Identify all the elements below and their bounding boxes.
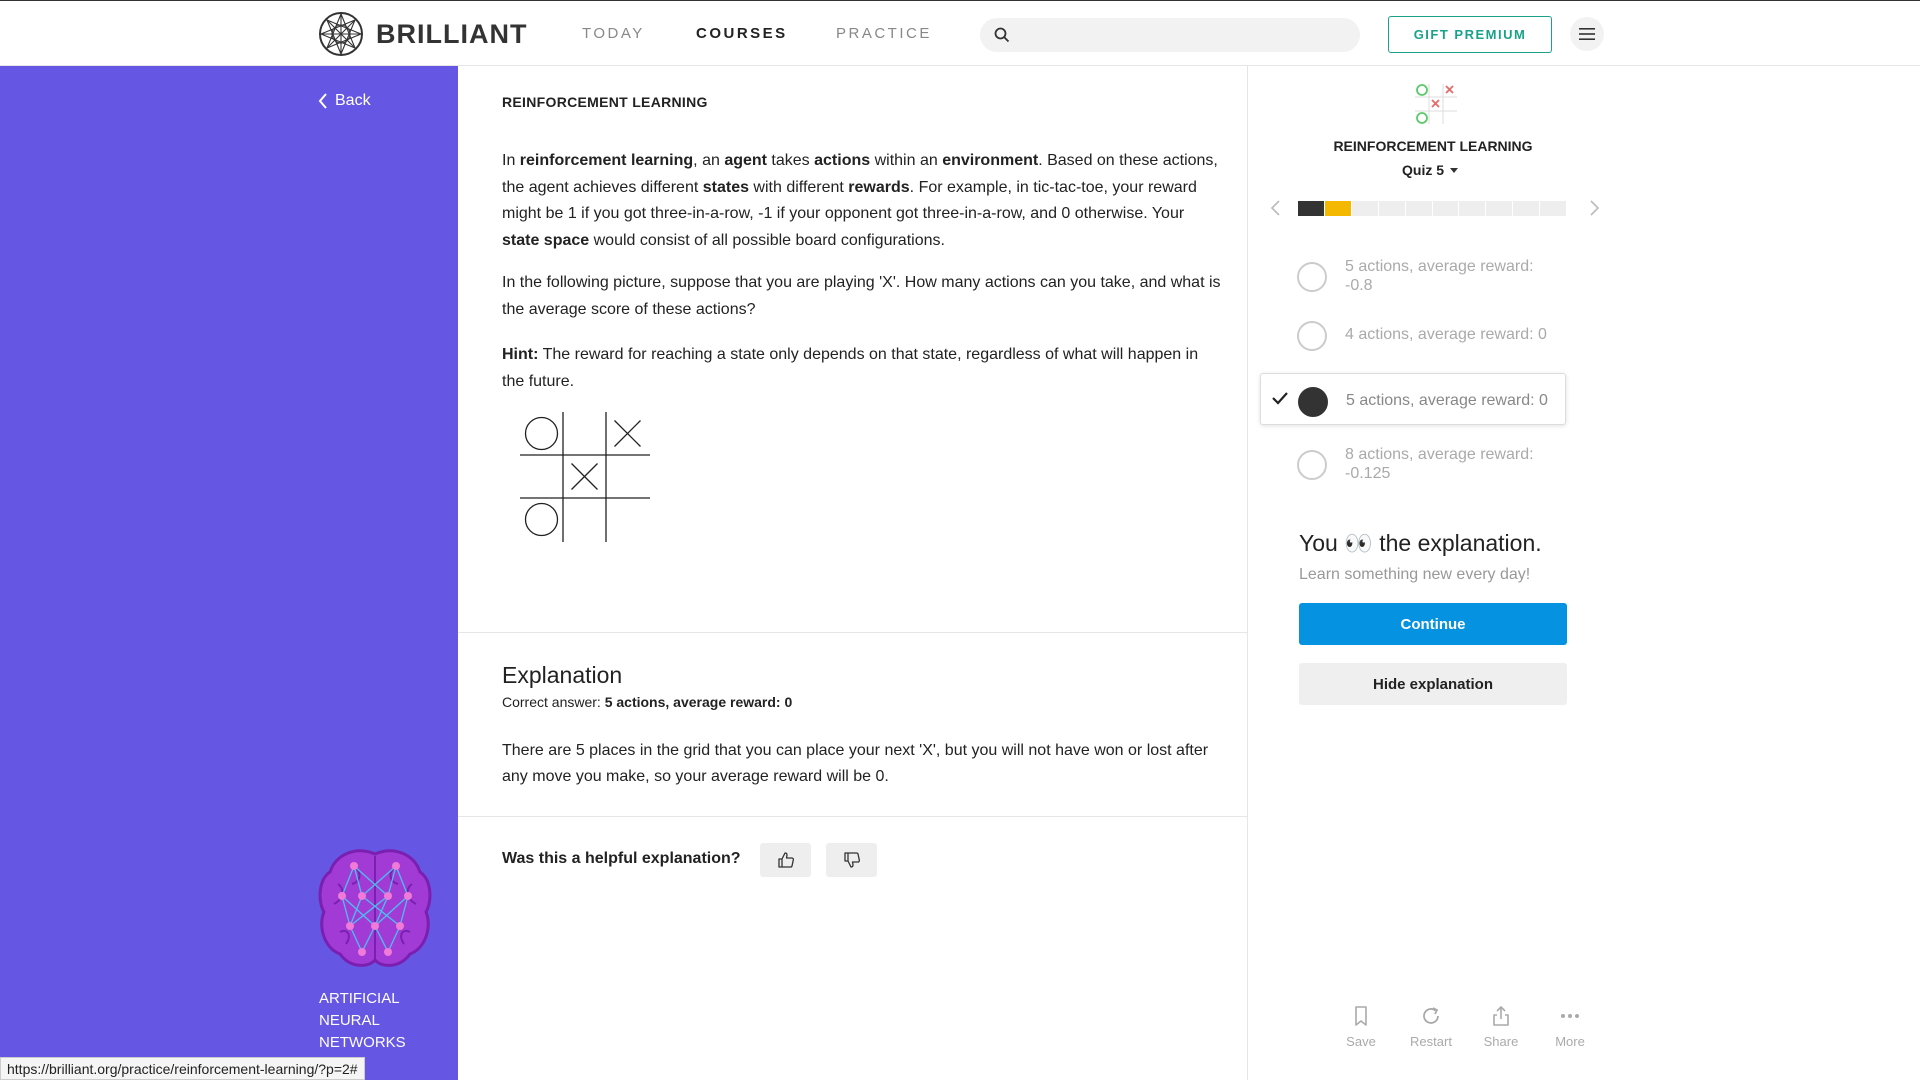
gift-premium-button[interactable]: GIFT PREMIUM: [1388, 16, 1552, 53]
answer-option-label: 8 actions, average reward: -0.125: [1345, 446, 1534, 482]
restart-button[interactable]: Restart: [1401, 1004, 1461, 1049]
top-nav: BRILLIANT TODAY COURSES PRACTICE GIFT PR…: [0, 0, 1920, 66]
board-x-mark: [571, 463, 598, 490]
more-icon: [1561, 1014, 1579, 1018]
progress-segment: [1486, 201, 1513, 216]
problem-title: REINFORCEMENT LEARNING: [502, 94, 708, 110]
back-link[interactable]: Back: [318, 92, 371, 110]
progress-segment: [1432, 201, 1459, 216]
quiz-progress-bar: [1298, 201, 1567, 216]
restart-label: Restart: [1410, 1034, 1452, 1049]
radio-button[interactable]: [1297, 262, 1327, 292]
answer-option-selected[interactable]: 5 actions, average reward: 0: [1260, 373, 1566, 425]
progress-segment: [1298, 201, 1324, 216]
nav-today[interactable]: TODAY: [582, 25, 645, 42]
you-text: You: [1299, 530, 1338, 556]
progress-segment: [1540, 201, 1567, 216]
nav-practice[interactable]: PRACTICE: [836, 25, 932, 42]
answer-option-label: 5 actions, average reward: -0.8: [1345, 258, 1534, 294]
tic-tac-toe-course-icon: [1415, 84, 1457, 124]
share-label: Share: [1483, 1034, 1519, 1049]
progress-segment: [1513, 201, 1540, 216]
tic-tac-toe-board: [520, 412, 650, 542]
quiz-selector[interactable]: Quiz 5: [1402, 162, 1459, 178]
thumbs-down-button[interactable]: [826, 843, 877, 877]
brain-network-icon: [318, 849, 432, 967]
thumbs-up-icon: [777, 852, 794, 868]
search-input[interactable]: [980, 18, 1360, 52]
radio-button[interactable]: [1297, 321, 1327, 351]
hide-explanation-button[interactable]: Hide explanation: [1299, 663, 1567, 705]
continue-button[interactable]: Continue: [1299, 603, 1567, 645]
learn-tagline: Learn something new every day!: [1299, 566, 1531, 583]
logo-icon: [319, 12, 363, 56]
hamburger-icon: [1579, 28, 1595, 40]
save-label: Save: [1346, 1034, 1376, 1049]
board-o-mark: [524, 502, 559, 537]
chevron-right-icon[interactable]: [1584, 198, 1604, 218]
chevron-left-icon[interactable]: [1266, 198, 1286, 218]
progress-segment: [1324, 201, 1351, 216]
answer-option-label: 5 actions, average reward: 0: [1346, 392, 1548, 409]
thumbs-down-icon: [843, 852, 860, 868]
more-button[interactable]: More: [1540, 1004, 1600, 1049]
answer-option[interactable]: 8 actions, average reward: -0.125: [1260, 437, 1566, 489]
brand-logo[interactable]: BRILLIANT: [318, 11, 527, 57]
helpful-question: Was this a helpful explanation?: [502, 850, 741, 867]
nav-courses[interactable]: COURSES: [696, 25, 788, 42]
checkmark-icon: [1272, 392, 1288, 405]
board-x-mark: [614, 420, 641, 447]
explanation-status-text: the explanation.: [1379, 530, 1542, 556]
back-label: Back: [335, 92, 371, 109]
quiz-panel: REINFORCEMENT LEARNING Quiz 5 5 actions,…: [1248, 66, 1920, 1080]
share-button[interactable]: Share: [1471, 1004, 1531, 1049]
correct-answer-prefix: Correct answer:: [502, 694, 605, 710]
chevron-left-icon: [318, 93, 327, 109]
radio-button[interactable]: [1297, 450, 1327, 480]
more-label: More: [1555, 1034, 1585, 1049]
progress-segment: [1378, 201, 1405, 216]
bookmark-icon: [1355, 1006, 1367, 1026]
brand-name: BRILLIANT: [376, 18, 528, 49]
progress-segment: [1459, 201, 1486, 216]
correct-answer-value: 5 actions, average reward: 0: [604, 694, 793, 710]
problem-content: REINFORCEMENT LEARNING In reinforcement …: [458, 66, 1248, 1080]
menu-button[interactable]: [1570, 17, 1604, 51]
caret-down-icon: [1450, 167, 1459, 173]
progress-segment: [1351, 201, 1378, 216]
save-button[interactable]: Save: [1331, 1004, 1391, 1049]
answer-option-label: 4 actions, average reward: 0: [1345, 326, 1547, 343]
quiz-course-title: REINFORCEMENT LEARNING: [1333, 138, 1533, 154]
search-icon: [994, 27, 1010, 43]
section-divider: [458, 632, 1248, 633]
radio-button-selected[interactable]: [1298, 387, 1328, 417]
progress-segment: [1405, 201, 1432, 216]
answer-option[interactable]: 5 actions, average reward: -0.8: [1260, 249, 1566, 301]
share-icon: [1493, 1006, 1509, 1026]
answer-option[interactable]: 4 actions, average reward: 0: [1260, 308, 1566, 360]
explanation-status: You 👀 the explanation.: [1299, 530, 1542, 557]
status-bar-url: https://brilliant.org/practice/reinforce…: [0, 1057, 365, 1080]
quiz-selector-label: Quiz 5: [1402, 162, 1445, 178]
section-divider: [458, 816, 1248, 817]
correct-answer: Correct answer: 5 actions, average rewar…: [502, 694, 792, 710]
board-o-mark: [524, 416, 559, 451]
question-paragraph: In the following picture, suppose that y…: [502, 274, 1221, 318]
course-name[interactable]: ARTIFICIAL NEURAL NETWORKS: [319, 988, 439, 1054]
eyes-emoji: 👀: [1344, 530, 1373, 556]
thumbs-up-button[interactable]: [760, 843, 811, 877]
hint-paragraph: Hint: The reward for reaching a state on…: [502, 346, 1199, 390]
intro-paragraph: In reinforcement learning, an agent take…: [502, 152, 1218, 249]
course-sidebar: Back ARTIFICIAL NEURAL NETWORKS: [0, 66, 458, 1080]
restart-icon: [1423, 1007, 1439, 1024]
explanation-title: Explanation: [502, 662, 623, 688]
explanation-text: There are 5 places in the grid that you …: [502, 742, 1209, 785]
